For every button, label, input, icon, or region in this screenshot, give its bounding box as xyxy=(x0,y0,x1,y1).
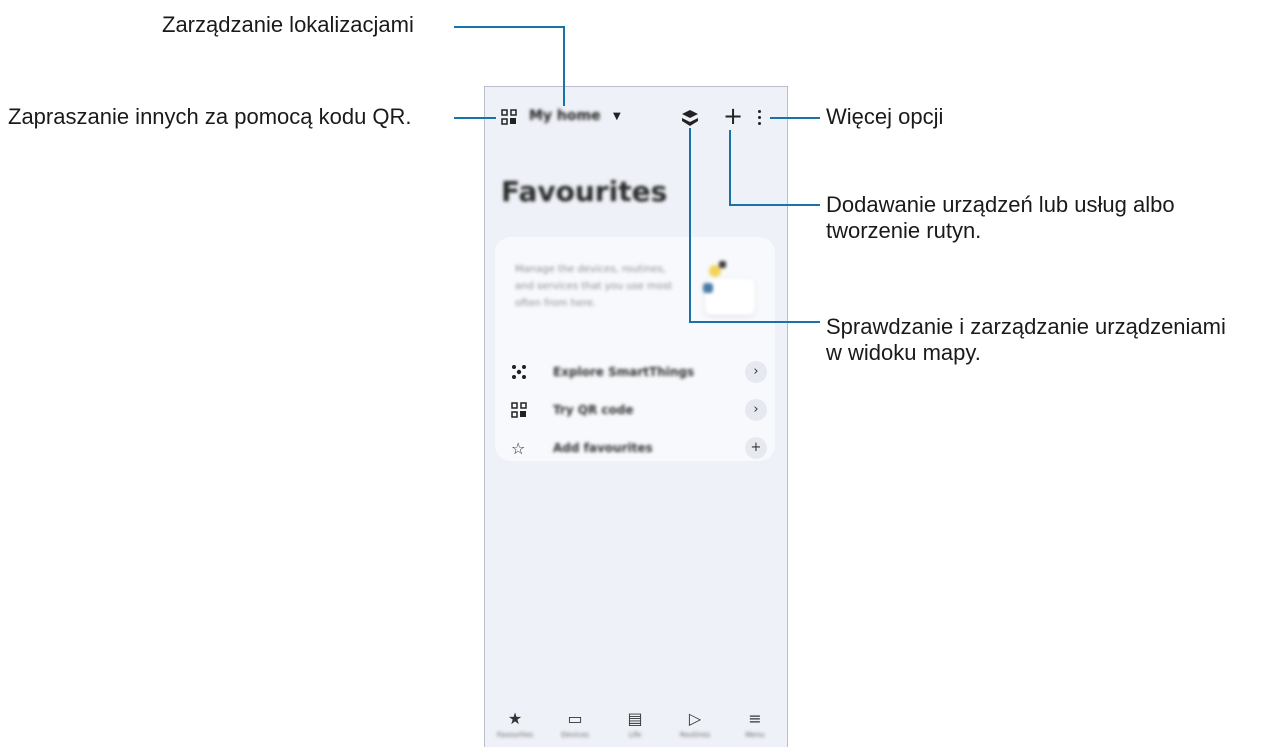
play-circle-icon: ▷ xyxy=(688,709,702,728)
leader-line xyxy=(454,117,496,119)
chevron-down-icon[interactable]: ▼ xyxy=(613,111,621,122)
nav-menu[interactable]: ≡ Menu xyxy=(733,709,777,739)
callout-line: tworzenie rutyn. xyxy=(826,218,982,243)
plus-icon[interactable]: + xyxy=(745,437,767,459)
chevron-right-icon[interactable]: › xyxy=(745,361,767,383)
qr-code-icon xyxy=(511,402,529,420)
callout-manage-locations: Zarządzanie lokalizacjami xyxy=(162,12,414,37)
callout-map-view: Sprawdzanie i zarządzanie urządzeniami w… xyxy=(826,314,1226,366)
leader-line xyxy=(729,130,731,206)
devices-illustration xyxy=(691,259,761,323)
callout-line: Dodawanie urządzeń lub usług albo xyxy=(826,192,1175,217)
callout-line: w widoku mapy. xyxy=(826,340,981,365)
more-options-icon[interactable] xyxy=(758,110,762,128)
leader-line xyxy=(770,117,820,119)
row-try-qr-code[interactable]: Try QR code › xyxy=(511,397,771,425)
nav-devices[interactable]: ▭ Devices xyxy=(553,709,597,739)
callout-line: Sprawdzanie i zarządzanie urządzeniami xyxy=(826,314,1226,339)
star-icon: ☆ xyxy=(511,439,526,458)
leader-line xyxy=(689,321,820,323)
row-label: Add favourites xyxy=(553,441,653,455)
devices-icon: ▭ xyxy=(567,709,583,728)
leader-line xyxy=(454,26,565,28)
top-bar: My home ▼ + xyxy=(485,87,787,147)
smartthings-icon xyxy=(511,364,529,382)
leader-line xyxy=(689,128,691,323)
row-explore-smartthings[interactable]: Explore SmartThings › xyxy=(511,359,771,387)
leader-line xyxy=(563,26,565,106)
welcome-card: Manage the devices, routines, and servic… xyxy=(495,237,775,461)
row-label: Try QR code xyxy=(553,403,634,417)
nav-label: Life xyxy=(628,731,642,739)
card-description: Manage the devices, routines, and servic… xyxy=(515,264,673,309)
add-icon[interactable]: + xyxy=(723,104,743,128)
nav-label: Menu xyxy=(745,731,765,739)
nav-favourites[interactable]: ★ Favourites xyxy=(493,709,537,739)
callout-invite-qr: Zapraszanie innych za pomocą kodu QR. xyxy=(8,104,412,129)
page-title: Favourites xyxy=(501,175,668,208)
callout-more-options: Więcej opcji xyxy=(826,104,944,129)
nav-label: Routines xyxy=(679,731,711,739)
row-label: Explore SmartThings xyxy=(553,365,695,379)
qr-code-icon[interactable] xyxy=(501,109,517,129)
location-name[interactable]: My home xyxy=(529,108,601,124)
nav-life[interactable]: ▤ Life xyxy=(613,709,657,739)
bottom-navigation: ★ Favourites ▭ Devices ▤ Life ▷ Routines… xyxy=(485,693,787,747)
row-add-favourites[interactable]: ☆ Add favourites + xyxy=(511,435,771,463)
nav-label: Devices xyxy=(561,731,589,739)
phone-screen: My home ▼ + Favourites Manage the device… xyxy=(484,86,788,747)
nav-routines[interactable]: ▷ Routines xyxy=(673,709,717,739)
nav-label: Favourites xyxy=(496,731,534,739)
chevron-right-icon[interactable]: › xyxy=(745,399,767,421)
life-icon: ▤ xyxy=(627,709,643,728)
menu-icon: ≡ xyxy=(748,709,762,728)
callout-add-devices: Dodawanie urządzeń lub usług albo tworze… xyxy=(826,192,1175,244)
leader-line xyxy=(729,204,820,206)
star-icon: ★ xyxy=(507,709,523,728)
